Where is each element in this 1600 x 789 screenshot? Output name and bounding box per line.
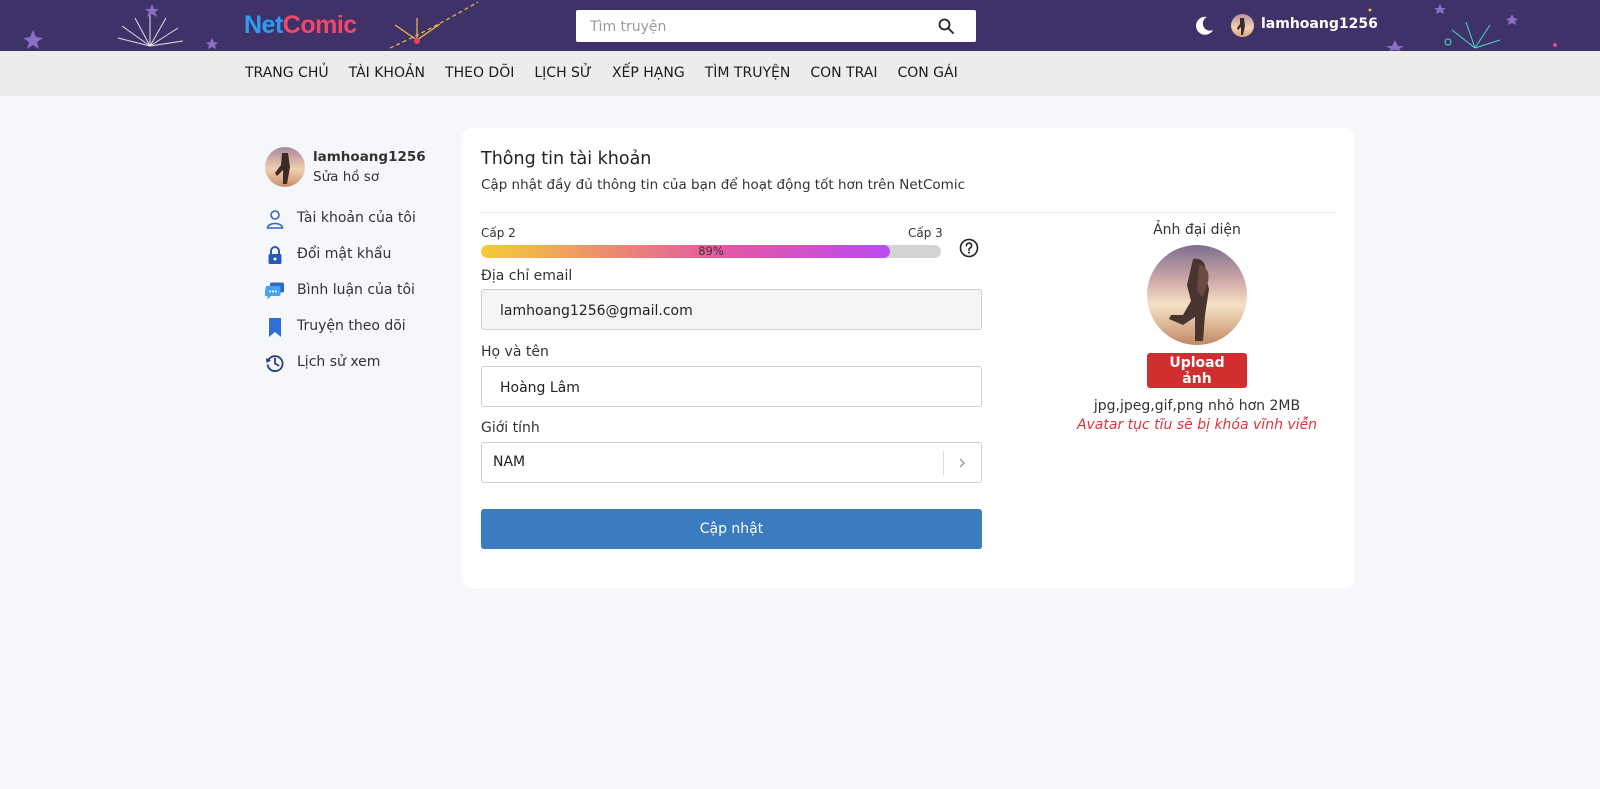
page-subtitle: Cập nhật đầy đủ thông tin của bạn để hoạ… (481, 177, 966, 193)
moon-icon[interactable] (1193, 15, 1215, 37)
fullname-label: Họ và tên (481, 344, 549, 360)
sidebar-item-change-password[interactable]: Đổi mật khẩu (265, 239, 445, 275)
upload-avatar-button[interactable]: Upload ảnh (1147, 353, 1247, 388)
nav-account[interactable]: TÀI KHOẢN (349, 51, 425, 96)
header-username: lamhoang1256 (1261, 16, 1378, 32)
gender-value: NAM (493, 454, 526, 470)
nav-history[interactable]: LỊCH SỬ (534, 51, 592, 96)
page-title: Thông tin tài khoản (481, 149, 652, 169)
gender-select[interactable]: NAM (481, 442, 982, 483)
avatar (265, 147, 305, 187)
nav-search[interactable]: TÌM TRUYỆN (705, 51, 791, 96)
sidebar-item-followed-comics[interactable]: Truyện theo dõi (265, 311, 445, 347)
nav-following[interactable]: THEO DÕI (445, 51, 514, 96)
comment-icon (265, 282, 284, 300)
user-icon (266, 210, 284, 229)
main-nav: TRANG CHỦ TÀI KHOẢN THEO DÕI LỊCH SỬ XẾP… (0, 51, 1600, 96)
netcomic-logo[interactable]: NetComic (244, 9, 357, 41)
avatar (1231, 14, 1254, 37)
email-field[interactable] (498, 290, 972, 331)
level-progress-label: 89% (698, 245, 724, 258)
level-progress-bar: 89% (481, 245, 941, 258)
level-next: Cấp 3 (908, 226, 943, 240)
email-field-box (481, 289, 982, 331)
avatar-panel: Ảnh đại diện Upload ảnh jpg,jpeg,gif,png… (1062, 222, 1332, 433)
gender-label: Giới tính (481, 420, 540, 436)
fullname-field-box (481, 366, 982, 408)
account-info-card: Thông tin tài khoản Cập nhật đầy đủ thôn… (462, 128, 1355, 588)
search-box (576, 10, 976, 44)
avatar-format-hint: jpg,jpeg,gif,png nhỏ hơn 2MB (1093, 398, 1301, 414)
avatar-title: Ảnh đại diện (1153, 222, 1241, 238)
nav-home[interactable]: TRANG CHỦ (245, 51, 329, 96)
select-separator (943, 451, 944, 475)
sidebar-profile: lamhoang1256 Sửa hồ sơ (265, 147, 445, 189)
chevron-right-icon (959, 458, 965, 468)
sidebar-item-my-account[interactable]: Tài khoản của tôi (265, 203, 445, 239)
avatar-preview (1147, 245, 1247, 345)
account-sidebar: lamhoang1256 Sửa hồ sơ Tài khoản của tôi… (265, 147, 445, 383)
fullname-field[interactable] (498, 367, 972, 408)
help-icon[interactable] (959, 238, 979, 258)
search-input[interactable] (588, 10, 922, 44)
sidebar-username: lamhoang1256 (313, 149, 426, 165)
top-header: NetComic lamhoang1256 (0, 0, 1600, 51)
search-icon[interactable] (938, 18, 954, 34)
nav-girls[interactable]: CON GÁI (897, 51, 957, 96)
email-label: Địa chỉ email (481, 268, 573, 284)
bookmark-icon (269, 318, 281, 337)
history-icon (266, 355, 284, 373)
edit-profile-link[interactable]: Sửa hồ sơ (313, 169, 379, 185)
nav-ranking[interactable]: XẾP HẠNG (612, 51, 685, 96)
sidebar-item-my-comments[interactable]: Bình luận của tôi (265, 275, 445, 311)
divider (481, 212, 1336, 213)
lock-icon (268, 246, 282, 264)
update-button[interactable]: Cập nhật (481, 509, 982, 549)
avatar-warning: Avatar tục tĩu sẽ bị khóa vĩnh viễn (1076, 417, 1318, 433)
level-current: Cấp 2 (481, 226, 516, 240)
sidebar-item-view-history[interactable]: Lịch sử xem (265, 347, 445, 383)
nav-boys[interactable]: CON TRAI (810, 51, 877, 96)
